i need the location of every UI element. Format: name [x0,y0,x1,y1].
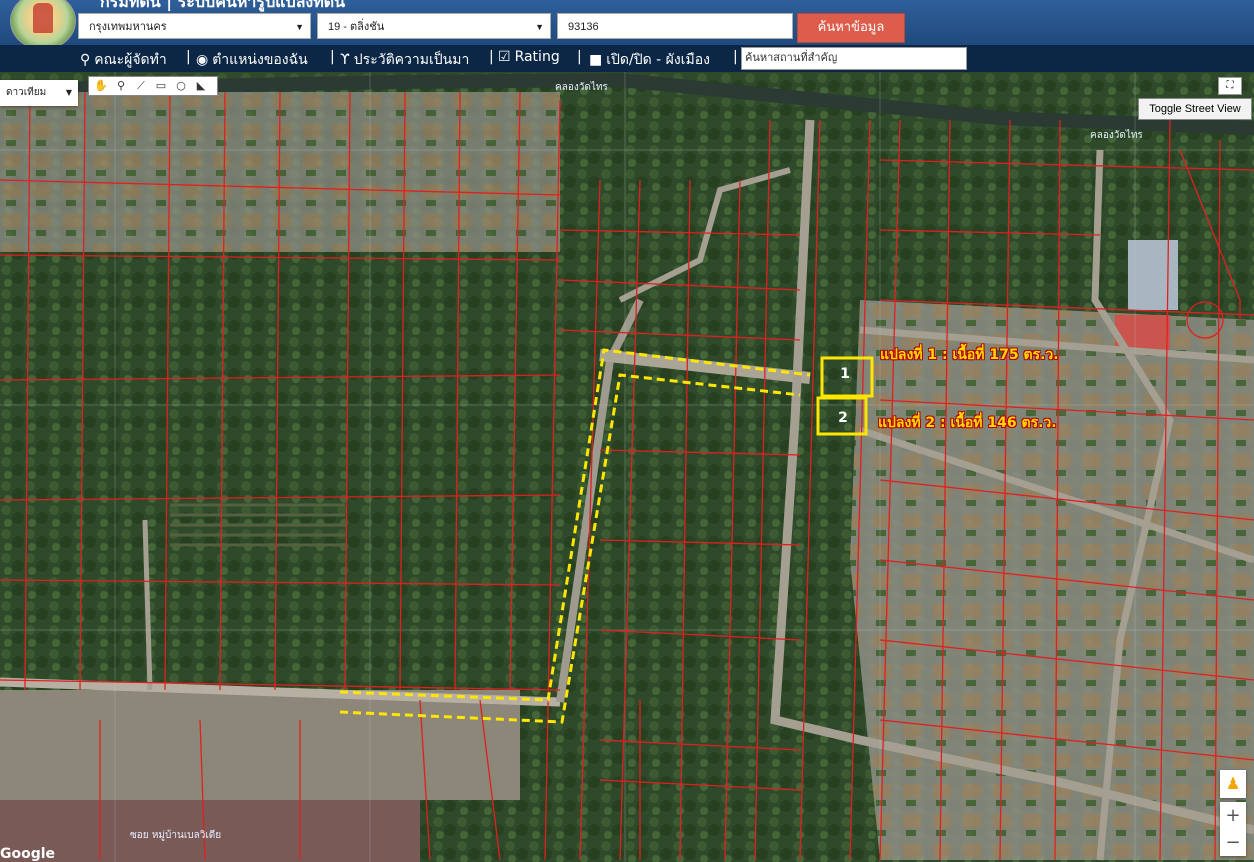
toggle-street-view-button[interactable]: Toggle Street View [1138,98,1252,120]
circle-icon[interactable]: ○ [173,79,189,93]
checkbox-icon[interactable]: ■ [589,52,602,68]
nav-item-label: ตำแหน่งของฉัน [212,52,308,68]
nav-bar: ⚲ คณะผู้จัดทำ | ◉ ตำแหน่งของฉัน | ϒ ประว… [0,45,1254,72]
drawing-toolbar: ✋ ⚲ ⟋ ▭ ○ ◣ [88,76,218,96]
department-logo [10,0,76,50]
parcel-number-value: 93136 [568,21,599,33]
chevron-down-icon: ▼ [65,88,72,97]
nav-divider: | [489,49,494,65]
chevron-down-icon: ▼ [295,22,304,32]
canal-label: คลองวัดไทร [555,82,608,93]
nav-item-label: Rating [514,49,560,65]
nav-divider: | [577,49,582,65]
parcel-number-input[interactable]: 93136 [557,13,793,39]
canal-label: คลองวัดไทร [1090,130,1143,141]
google-attribution: Google [0,846,56,862]
nav-divider: | [330,49,335,65]
soi-label: ซอย หมู่บ้านเบลวิเดีย [130,830,222,841]
nav-item-label: ประวัติความเป็นมา [353,52,470,68]
district-value: 19 - ตลิ่งชัน [328,21,385,33]
map-type-select[interactable]: ดาวเทียม ▼ [0,80,78,106]
nav-item-rating[interactable]: ☑ Rating [498,49,560,65]
map-type-value: ดาวเทียม [6,87,47,98]
plot-1-number: 1 [840,366,850,382]
map-canvas [0,72,1254,862]
chart-icon: ☑ [498,49,511,65]
history-icon: ϒ [340,52,350,68]
nav-divider: | [186,49,191,65]
plot-2-label: แปลงที่ 2 : เนื้อที่ 146 ตร.ว. [878,415,1057,431]
open-yard [0,690,520,800]
chevron-down-icon: ▼ [535,22,544,32]
hand-icon[interactable]: ✋ [93,79,109,93]
polygon-icon[interactable]: ◣ [193,79,209,93]
nav-item-team[interactable]: ⚲ คณะผู้จัดทำ [80,49,167,71]
person-icon: ⚲ [80,52,91,68]
globe-icon: ◉ [196,52,209,68]
pegman-icon[interactable]: ♟ [1220,770,1246,798]
zoom-in-button[interactable]: + [1220,802,1246,829]
building-roof [1128,240,1178,310]
polyline-icon[interactable]: ⟋ [133,79,149,93]
plot-1-label: แปลงที่ 1 : เนื้อที่ 175 ตร.ว. [880,347,1059,363]
zoom-out-button[interactable]: − [1220,829,1246,856]
nav-divider: | [733,49,738,65]
zoom-control: + − [1220,802,1246,856]
satellite-map[interactable]: 1 2 แปลงที่ 1 : เนื้อที่ 175 ตร.ว. แปลงท… [0,72,1254,862]
header-bar: กรมที่ดิน | ระบบค้นหารูปแปลงที่ดิน กรุงเ… [0,0,1254,50]
nav-item-history[interactable]: ϒ ประวัติความเป็นมา [340,49,469,71]
marker-icon[interactable]: ⚲ [113,79,129,93]
nav-item-my-location[interactable]: ◉ ตำแหน่งของฉัน [196,49,308,71]
nav-item-city-plan-toggle[interactable]: ■ เปิด/ปิด - ผังเมือง [589,49,710,71]
district-select[interactable]: 19 - ตลิ่งชัน ▼ [317,13,551,39]
plot-2-number: 2 [838,410,848,426]
rectangle-icon[interactable]: ▭ [153,79,169,93]
fullscreen-icon[interactable]: ⛶ [1218,77,1242,95]
nav-item-label: เปิด/ปิด - ผังเมือง [606,52,710,68]
province-value: กรุงเทพมหานคร [89,21,167,33]
province-select[interactable]: กรุงเทพมหานคร ▼ [78,13,311,39]
place-search-input[interactable]: ค้นหาสถานที่สำคัญ [741,47,967,70]
nav-item-label: คณะผู้จัดทำ [94,52,167,68]
search-button[interactable]: ค้นหาข้อมูล [797,13,905,43]
